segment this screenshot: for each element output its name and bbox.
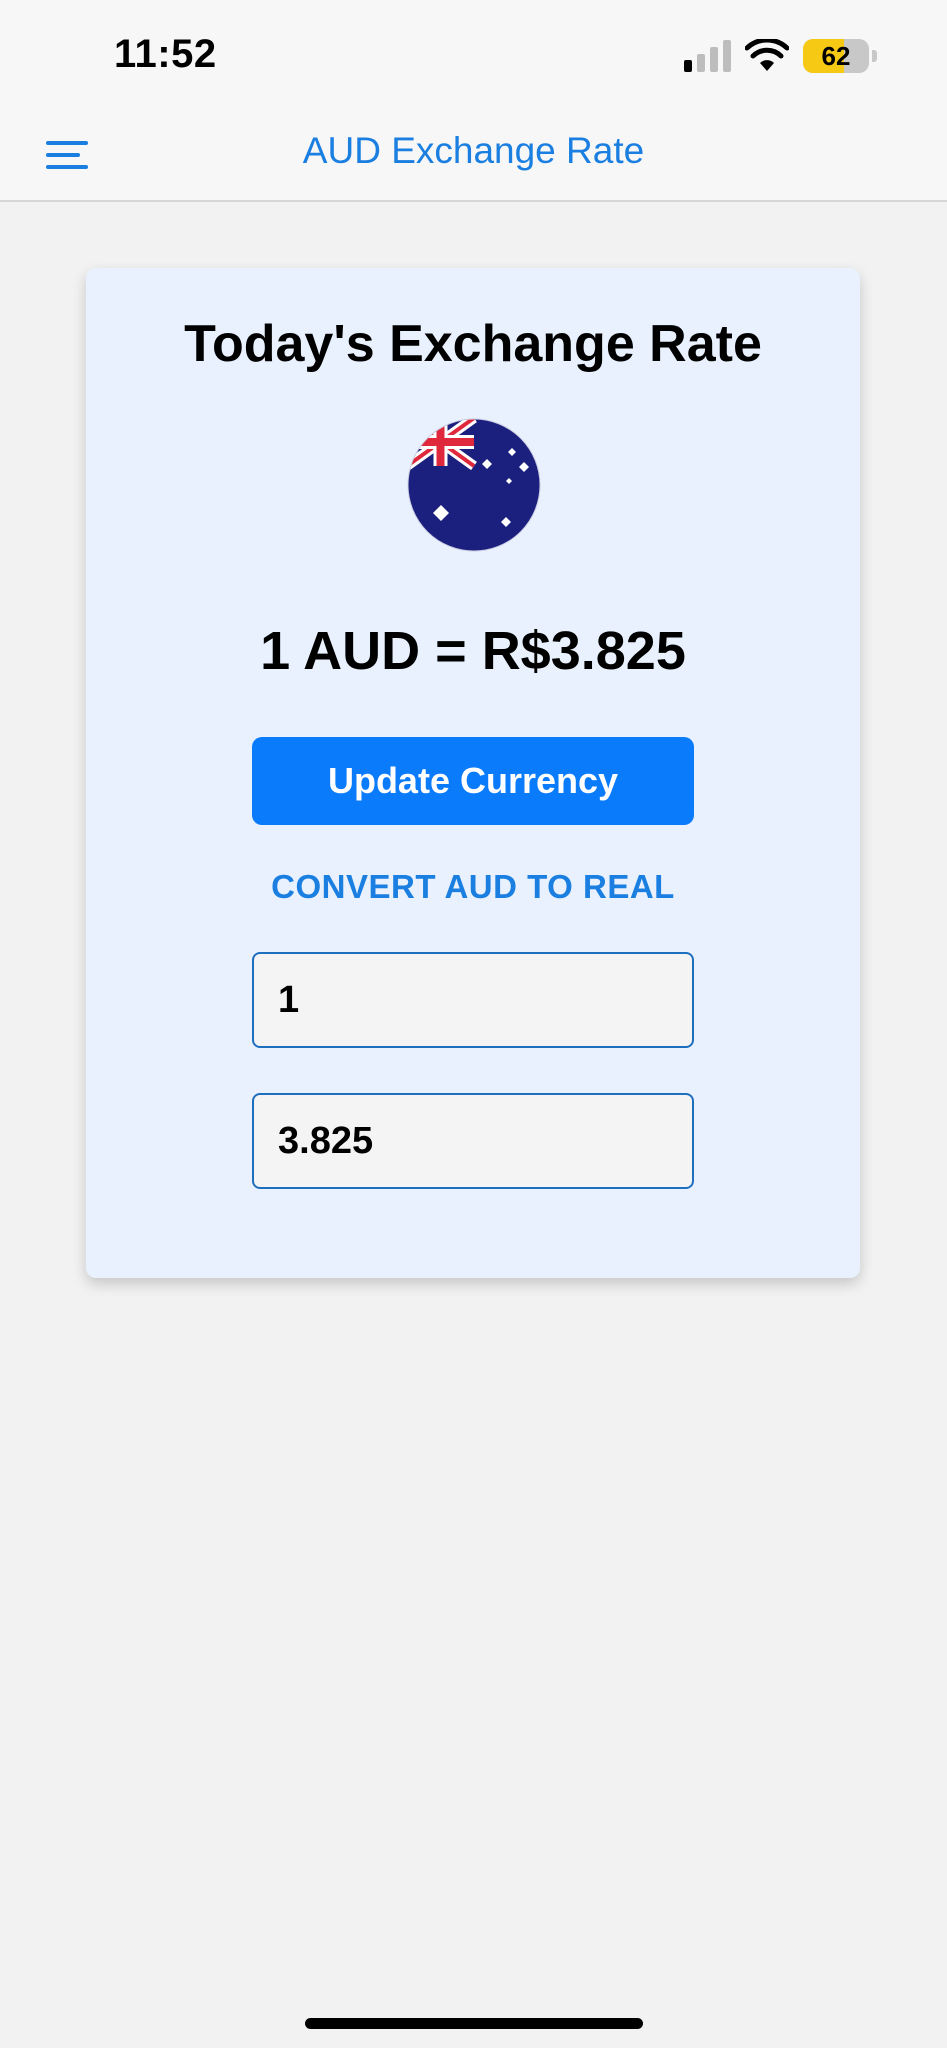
aud-amount-input[interactable] — [252, 952, 694, 1048]
wifi-icon — [745, 39, 789, 71]
exchange-rate-card: Today's Exchange Rate 1 AUD = R$3.825 Up… — [86, 268, 860, 1278]
navigation-bar: AUD Exchange Rate — [0, 112, 947, 202]
update-currency-button[interactable]: Update Currency — [252, 737, 694, 825]
australia-flag-icon — [407, 418, 541, 552]
battery-icon: 62 — [803, 39, 877, 73]
exchange-rate-value: 1 AUD = R$3.825 — [260, 621, 686, 681]
page-title: AUD Exchange Rate — [302, 130, 645, 171]
status-icons: 62 — [684, 38, 877, 74]
brl-amount-input[interactable] — [252, 1093, 694, 1189]
home-indicator — [305, 2018, 643, 2029]
convert-aud-to-real-link[interactable]: CONVERT AUD TO REAL — [86, 868, 860, 906]
card-title: Today's Exchange Rate — [184, 315, 762, 373]
cellular-signal-icon — [684, 40, 731, 72]
status-time: 11:52 — [114, 32, 217, 76]
battery-level-text: 62 — [821, 40, 851, 71]
status-bar: 11:52 62 — [0, 0, 947, 112]
